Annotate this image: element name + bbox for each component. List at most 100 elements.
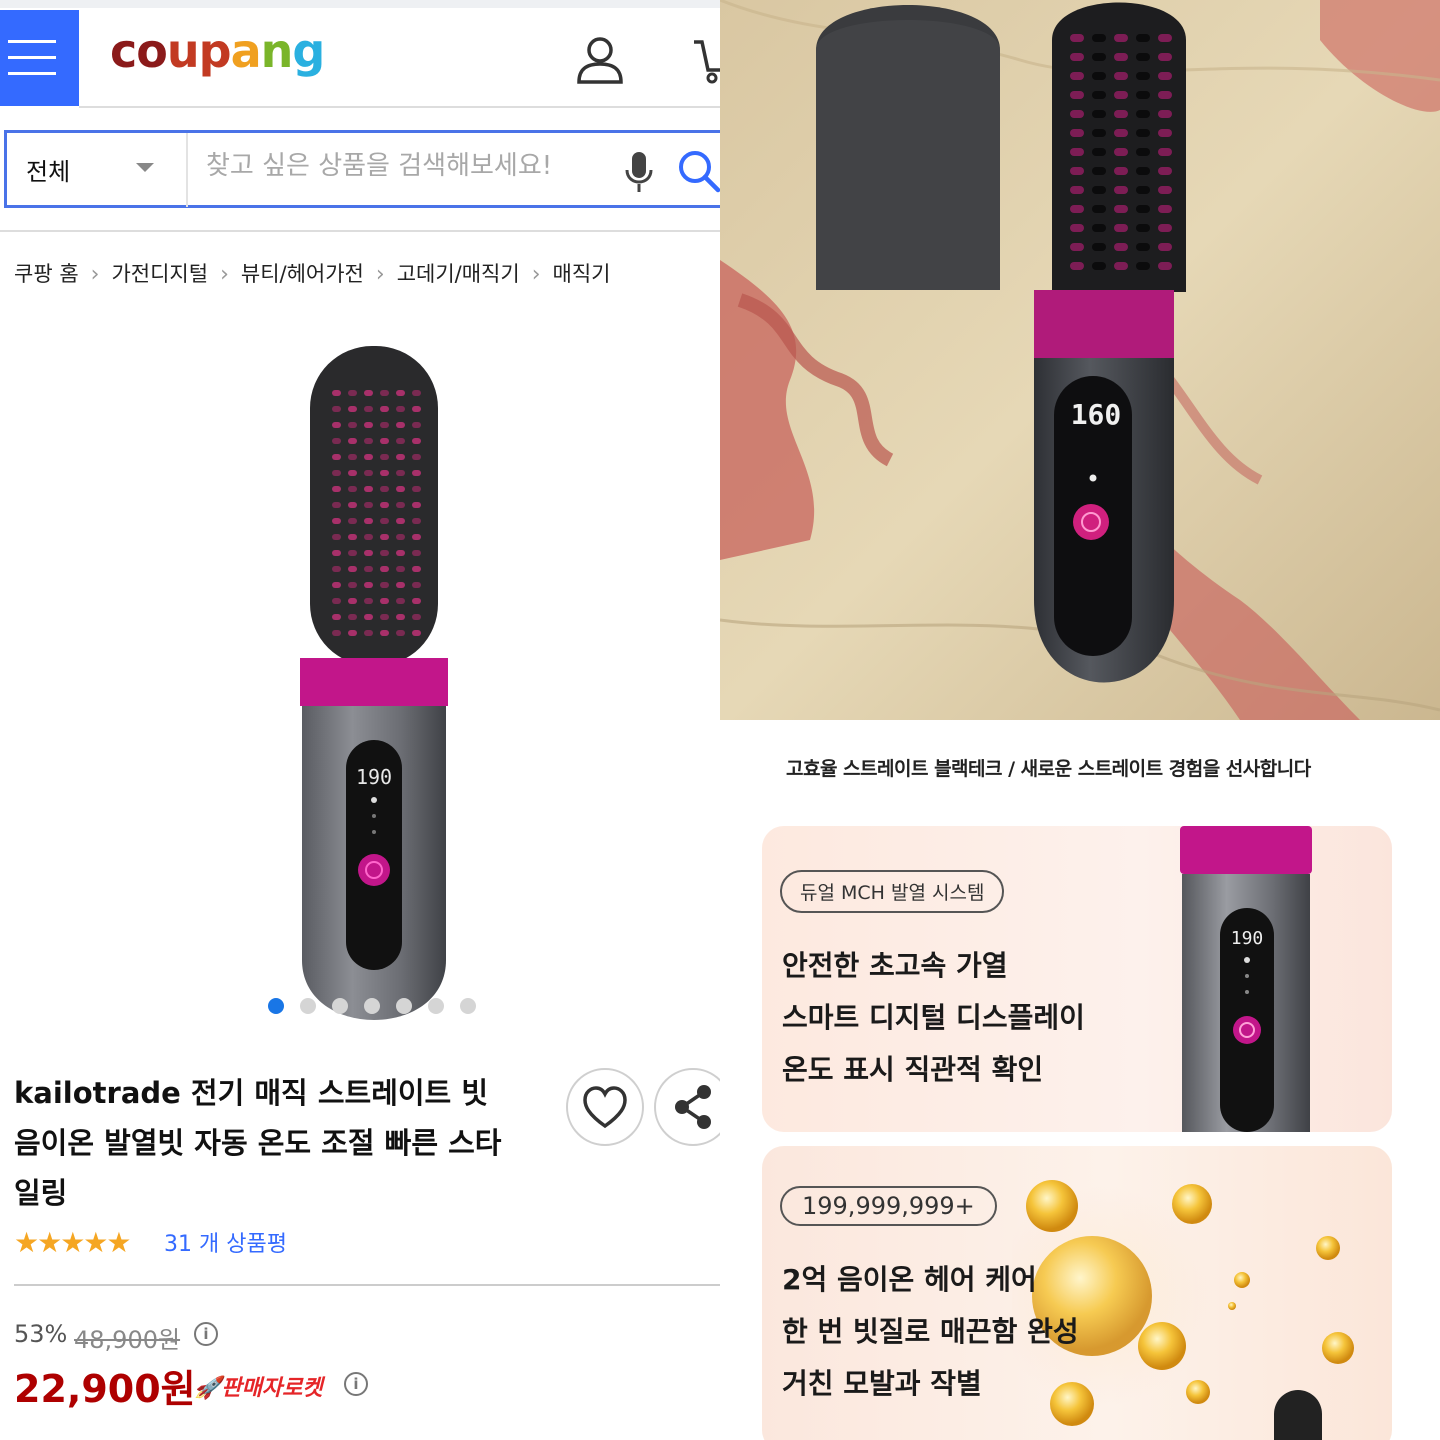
bristle: [364, 390, 373, 396]
cart-icon[interactable]: [690, 34, 720, 86]
bristle: [1070, 148, 1084, 156]
bristle: [332, 422, 341, 428]
category-select[interactable]: 전체: [26, 152, 70, 187]
info-icon[interactable]: i: [194, 1322, 218, 1346]
feature-line: 거친 모발과 작별: [782, 1367, 982, 1400]
bristle: [380, 422, 389, 428]
logo-letter: n: [260, 24, 294, 78]
hamburger-icon-bar: [8, 72, 56, 75]
bristle: [1070, 91, 1084, 99]
menu-button[interactable]: [0, 10, 79, 106]
chevron-right-icon: ›: [531, 262, 541, 287]
discount-rate: 53%: [14, 1320, 68, 1348]
bristle: [1136, 34, 1150, 42]
breadcrumb-item-appliances[interactable]: 가전디지털: [111, 262, 208, 286]
bristle: [1114, 243, 1128, 251]
breadcrumb-item-home[interactable]: 쿠팡 홈: [14, 262, 79, 286]
bristle: [1070, 243, 1084, 251]
bristle: [332, 438, 341, 444]
bristle: [396, 486, 405, 492]
product-page-panel: coupang 전체 쿠팡 홈 › 가전디지털 › 뷰티/헤어가전 › 고데기/매직기 › 매직…: [0, 0, 720, 1440]
review-count-link[interactable]: 31 개 상품평: [164, 1226, 287, 1258]
bristle: [364, 598, 373, 604]
feature-line: 한 번 빗질로 매끈함 완성: [782, 1315, 1079, 1348]
search-icon[interactable]: [676, 148, 720, 194]
bristle: [332, 598, 341, 604]
carousel-dot[interactable]: [460, 998, 476, 1014]
rocket-icon: 🚀: [194, 1376, 222, 1401]
bristle: [1136, 148, 1150, 156]
bristle: [1114, 129, 1128, 137]
chevron-down-icon[interactable]: [136, 163, 154, 172]
bristle: [396, 582, 405, 588]
wishlist-button[interactable]: [566, 1068, 644, 1146]
bristle: [364, 534, 373, 540]
bristle: [1092, 110, 1106, 118]
bristle: [412, 550, 421, 556]
bristle: [412, 470, 421, 476]
bristle: [1070, 129, 1084, 137]
bristle: [364, 518, 373, 524]
bristle: [380, 630, 389, 636]
bristle: [1158, 129, 1172, 137]
carousel-dot[interactable]: [332, 998, 348, 1014]
bristle: [1136, 205, 1150, 213]
search-divider: [186, 133, 188, 207]
product-photo[interactable]: 160: [720, 0, 1440, 720]
carousel-dot[interactable]: [300, 998, 316, 1014]
bristle: [1092, 243, 1106, 251]
microphone-icon[interactable]: [624, 150, 654, 194]
bristle: [1070, 110, 1084, 118]
carousel-dot[interactable]: [396, 998, 412, 1014]
breadcrumb-item-beauty[interactable]: 뷰티/헤어가전: [241, 262, 364, 286]
bristle: [412, 598, 421, 604]
bristle: [1092, 262, 1106, 270]
original-price: 48,900원: [74, 1326, 181, 1354]
bristle: [332, 518, 341, 524]
bristle: [1136, 186, 1150, 194]
bristle: [396, 630, 405, 636]
bristle: [1114, 167, 1128, 175]
logo-letter: o: [136, 24, 168, 78]
bristle: [1158, 243, 1172, 251]
bristle: [412, 534, 421, 540]
bristle: [396, 470, 405, 476]
bristle: [1070, 224, 1084, 232]
bristle: [1070, 53, 1084, 61]
bristle: [364, 438, 373, 444]
bristle: [380, 454, 389, 460]
bristle: [380, 518, 389, 524]
bristle: [1158, 262, 1172, 270]
bristle: [396, 406, 405, 412]
bristle: [380, 550, 389, 556]
bristle: [364, 486, 373, 492]
bristle: [1092, 34, 1106, 42]
bristle: [396, 454, 405, 460]
bristle: [396, 598, 405, 604]
search-input[interactable]: [206, 146, 606, 186]
bristle: [396, 518, 405, 524]
user-icon[interactable]: [574, 34, 626, 86]
info-icon[interactable]: i: [344, 1372, 368, 1396]
coupang-logo[interactable]: coupang: [110, 24, 325, 78]
carousel-dot[interactable]: [364, 998, 380, 1014]
share-button[interactable]: [654, 1068, 720, 1146]
bristle: [1158, 205, 1172, 213]
breadcrumb: 쿠팡 홈 › 가전디지털 › 뷰티/헤어가전 › 고데기/매직기 › 매직기: [14, 258, 610, 288]
feature-pill: 199,999,999+: [780, 1186, 997, 1226]
bristle: [1114, 34, 1128, 42]
carousel-dot[interactable]: [268, 998, 284, 1014]
bristle: [1136, 91, 1150, 99]
carousel-dot[interactable]: [428, 998, 444, 1014]
carousel-dots[interactable]: [268, 998, 492, 1018]
breadcrumb-item-straightener[interactable]: 매직기: [553, 262, 611, 286]
product-image[interactable]: 190: [296, 340, 456, 1040]
chevron-right-icon: ›: [90, 262, 100, 287]
logo-letter: u: [166, 24, 200, 78]
bristle: [412, 390, 421, 396]
bristle: [412, 518, 421, 524]
bristle: [332, 630, 341, 636]
bristle: [380, 534, 389, 540]
bristle: [1092, 186, 1106, 194]
breadcrumb-item-curling[interactable]: 고데기/매직기: [397, 262, 520, 286]
